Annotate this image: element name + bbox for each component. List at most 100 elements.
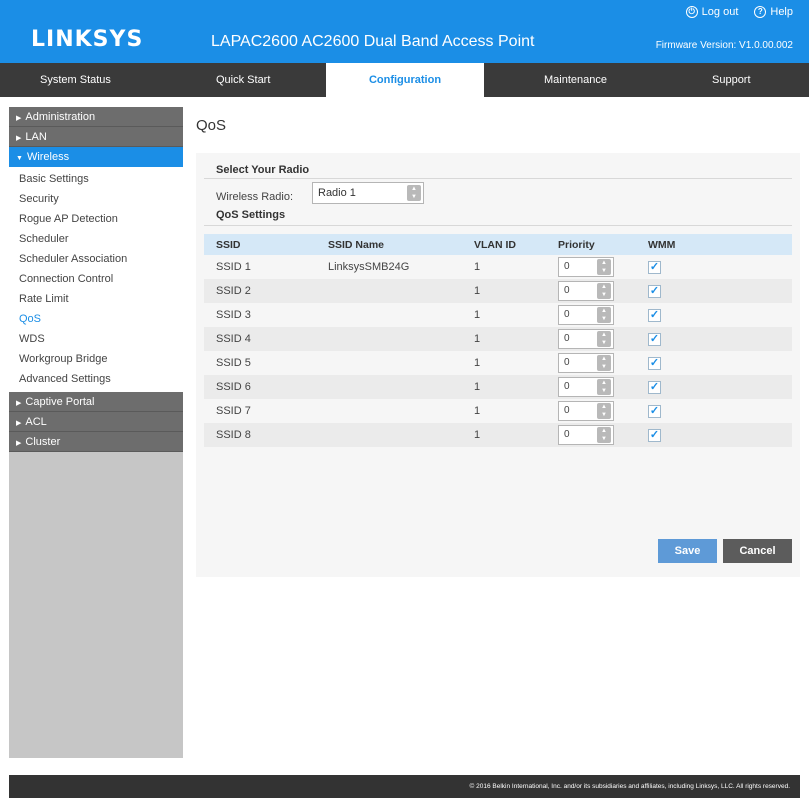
caret-right-icon: ▶	[16, 440, 22, 447]
priority-select[interactable]: 0 ▲ ▼	[558, 353, 614, 373]
sidebar-item-scheduler-association[interactable]: Scheduler Association	[9, 249, 183, 269]
sidebar-item-acl[interactable]: ▶ ACL	[9, 412, 183, 432]
sidebar-item-connection-control[interactable]: Connection Control	[9, 269, 183, 289]
caret-right-icon: ▶	[16, 420, 22, 427]
priority-value: 0	[564, 333, 570, 344]
page-title: QoS	[196, 107, 800, 153]
priority-select[interactable]: 0 ▲ ▼	[558, 425, 614, 445]
wmm-cell: ✓	[648, 423, 792, 447]
qos-table: SSID SSID Name VLAN ID Priority WMM SSID…	[204, 234, 792, 447]
firmware-version: Firmware Version: V1.0.00.002	[655, 40, 793, 51]
sidebar-item-qos[interactable]: QoS	[9, 309, 183, 329]
wmm-checkbox[interactable]: ✓	[648, 284, 661, 298]
wmm-cell: ✓	[648, 303, 792, 327]
priority-value: 0	[564, 357, 570, 368]
priority-cell: 0 ▲ ▼	[558, 423, 648, 447]
sidebar-item-captive-portal[interactable]: ▶ Captive Portal	[9, 392, 183, 412]
ssid-cell: SSID 6	[204, 375, 328, 399]
spinner-arrows-icon: ▲ ▼	[597, 283, 611, 299]
tab-configuration[interactable]: Configuration	[326, 63, 484, 97]
ssid-cell: SSID 5	[216, 357, 251, 369]
wmm-checkbox[interactable]: ✓	[648, 404, 661, 418]
ssid-cell: SSID 2	[204, 279, 328, 303]
sidebar-item-basic-settings[interactable]: Basic Settings	[9, 169, 183, 189]
priority-cell: 0 ▲ ▼	[558, 279, 648, 303]
spinner-arrows-icon: ▲ ▼	[597, 259, 611, 275]
spinner-arrows-icon: ▲ ▼	[597, 379, 611, 395]
spinner-arrows-icon: ▲ ▼	[597, 307, 611, 323]
wmm-checkbox[interactable]: ✓	[648, 308, 661, 322]
ssid-name-cell	[328, 423, 474, 447]
qos-settings-heading: QoS Settings	[216, 209, 286, 221]
save-button[interactable]: Save	[658, 539, 717, 563]
content-panel: QoS Select Your Radio Wireless Radio: Ra…	[196, 107, 800, 577]
app-header: LINKSYS LAPAC2600 AC2600 Dual Band Acces…	[0, 0, 809, 63]
ssid-cell: SSID 7	[216, 405, 251, 417]
priority-cell: 0 ▲ ▼	[558, 303, 648, 327]
main-nav: System Status Quick Start Configuration …	[0, 63, 809, 97]
caret-down-icon: ▼	[16, 155, 23, 162]
sidebar-item-rate-limit[interactable]: Rate Limit	[9, 289, 183, 309]
tab-support[interactable]: Support	[684, 63, 809, 97]
ssid-name-cell	[328, 279, 474, 303]
caret-right-icon: ▶	[16, 135, 22, 142]
wmm-checkbox[interactable]: ✓	[648, 380, 661, 394]
product-title: LAPAC2600 AC2600 Dual Band Access Point	[211, 33, 535, 50]
sidebar-item-wireless[interactable]: ▼ Wireless	[9, 147, 183, 167]
spinner-arrows-icon: ▲ ▼	[597, 355, 611, 371]
sidebar-item-cluster[interactable]: ▶ Cluster	[9, 432, 183, 452]
sidebar-item-wds[interactable]: WDS	[9, 329, 183, 349]
wmm-checkbox[interactable]: ✓	[648, 260, 661, 274]
ssid-name-cell	[328, 399, 474, 423]
priority-select[interactable]: 0 ▲ ▼	[558, 257, 614, 277]
priority-cell: 0 ▲ ▼	[558, 255, 648, 279]
priority-select[interactable]: 0 ▲ ▼	[558, 281, 614, 301]
tab-maintenance[interactable]: Maintenance	[484, 63, 684, 97]
col-wmm: WMM	[648, 234, 792, 255]
ssid-name-cell: LinksysSMB24G	[328, 261, 410, 273]
col-vlan-id: VLAN ID	[474, 234, 558, 255]
priority-select[interactable]: 0 ▲ ▼	[558, 329, 614, 349]
sidebar-item-advanced-settings[interactable]: Advanced Settings	[9, 369, 183, 389]
table-row: SSID 3 1 0 ▲ ▼ ✓	[204, 303, 792, 327]
wmm-cell: ✓	[648, 399, 792, 423]
sidebar-item-label: Cluster	[25, 436, 61, 448]
sidebar-item-workgroup-bridge[interactable]: Workgroup Bridge	[9, 349, 183, 369]
sidebar-item-scheduler[interactable]: Scheduler	[9, 229, 183, 249]
priority-select[interactable]: 0 ▲ ▼	[558, 401, 614, 421]
section-divider	[204, 178, 792, 179]
wmm-checkbox[interactable]: ✓	[648, 428, 661, 442]
spinner-arrows-icon: ▲ ▼	[597, 427, 611, 443]
vlan-id-cell: 1	[474, 405, 481, 417]
priority-select[interactable]: 0 ▲ ▼	[558, 377, 614, 397]
sidebar-item-label: ACL	[25, 416, 47, 428]
priority-cell: 0 ▲ ▼	[558, 399, 648, 423]
wmm-checkbox[interactable]: ✓	[648, 332, 661, 346]
logout-label: Log out	[701, 6, 739, 18]
wireless-radio-select[interactable]: Radio 1 ▲ ▼	[312, 182, 424, 204]
spinner-arrows-icon: ▲ ▼	[597, 331, 611, 347]
wmm-checkbox[interactable]: ✓	[648, 356, 661, 370]
spinner-arrows-icon: ▲ ▼	[407, 185, 421, 201]
sidebar-item-security[interactable]: Security	[9, 189, 183, 209]
vlan-id-cell: 1	[474, 309, 481, 321]
sidebar-item-rogue-ap-detection[interactable]: Rogue AP Detection	[9, 209, 183, 229]
sidebar-item-label: Wireless	[26, 151, 70, 163]
help-label: Help	[770, 6, 793, 18]
caret-right-icon: ▶	[16, 400, 22, 407]
top-links: ⏻ Log out ? Help	[685, 6, 793, 18]
wmm-cell: ✓	[648, 279, 792, 303]
tab-system-status[interactable]: System Status	[0, 63, 150, 97]
tab-quick-start[interactable]: Quick Start	[150, 63, 326, 97]
sidebar-item-lan[interactable]: ▶ LAN	[9, 127, 183, 147]
table-row: SSID 4 1 0 ▲ ▼ ✓	[204, 327, 792, 351]
logout-link[interactable]: ⏻ Log out	[685, 6, 739, 18]
priority-select[interactable]: 0 ▲ ▼	[558, 305, 614, 325]
linksys-logo: LINKSYS	[31, 27, 144, 52]
sidebar-item-administration[interactable]: ▶ Administration	[9, 107, 183, 127]
priority-value: 0	[564, 309, 570, 320]
caret-right-icon: ▶	[16, 115, 22, 122]
help-link[interactable]: ? Help	[754, 6, 793, 18]
cancel-button[interactable]: Cancel	[723, 539, 792, 563]
ssid-name-cell	[328, 327, 474, 351]
